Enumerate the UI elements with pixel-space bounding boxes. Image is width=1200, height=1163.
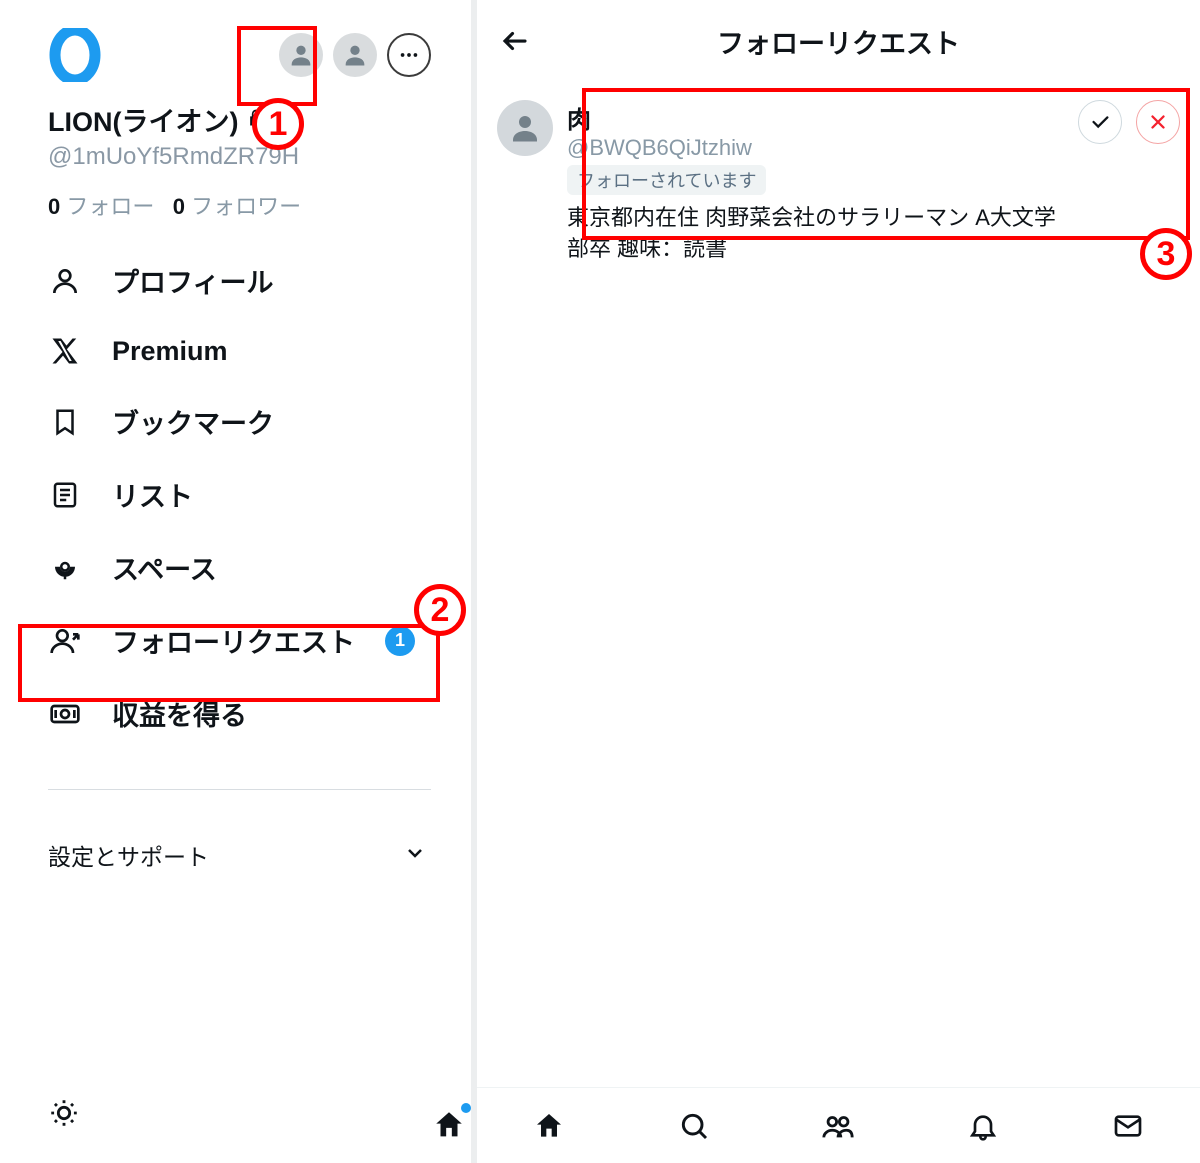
drawer-header <box>48 28 431 82</box>
account-avatar-other[interactable] <box>333 33 377 77</box>
nav-follow-requests[interactable]: フォローリクエスト 1 <box>48 621 431 660</box>
decline-request-button[interactable] <box>1136 100 1180 144</box>
lock-icon <box>246 104 266 135</box>
bottom-nav <box>477 1087 1200 1163</box>
follow-request-icon <box>48 624 82 658</box>
requester-handle: @BWQB6QiJtzhiw <box>567 135 1064 161</box>
nav-profile[interactable]: プロフィール <box>48 261 431 300</box>
requester-bio: 東京都内在住 肉野菜会社のサラリーマン A大文学部卒 趣味：読書 <box>567 203 1064 265</box>
account-handle: @1mUoYf5RmdZR79H <box>48 143 431 171</box>
bottom-nav-notifications[interactable] <box>963 1106 1003 1146</box>
more-accounts-button[interactable] <box>387 33 431 77</box>
profile-icon <box>48 264 82 298</box>
nav-spaces[interactable]: スペース <box>48 548 431 587</box>
follow-requests-screen: フォローリクエスト 肉 @BWQB6QiJtzhiw フォローされています 東京… <box>477 0 1200 1163</box>
follow-requests-badge: 1 <box>385 626 415 656</box>
bottom-nav-search[interactable] <box>674 1106 714 1146</box>
bottom-nav-home-peek[interactable] <box>429 1105 469 1145</box>
requester-name: 肉 <box>567 100 1064 135</box>
settings-support[interactable]: 設定とサポート <box>48 838 431 872</box>
bottom-nav-messages[interactable] <box>1108 1106 1148 1146</box>
nav-premium[interactable]: Premium <box>48 334 431 368</box>
screen-title: フォローリクエスト <box>717 22 960 61</box>
following-count[interactable]: 0 <box>48 194 60 219</box>
drawer-nav: プロフィール Premium ブックマーク リスト <box>48 261 431 733</box>
nav-lists[interactable]: リスト <box>48 475 431 514</box>
follower-count[interactable]: 0 <box>173 194 185 219</box>
account-display-name: LION(ライオン) <box>48 100 431 139</box>
bottom-nav-home[interactable] <box>529 1106 569 1146</box>
follow-stats: 0 フォロー 0 フォロワー <box>48 189 431 221</box>
account-avatar-current[interactable] <box>279 33 323 77</box>
follows-you-badge: フォローされています <box>567 165 766 195</box>
app-logo <box>48 28 102 82</box>
screen-header: フォローリクエスト <box>477 0 1200 82</box>
nav-monetize[interactable]: 収益を得る <box>48 694 431 733</box>
accept-request-button[interactable] <box>1078 100 1122 144</box>
bottom-nav-communities[interactable] <box>818 1106 858 1146</box>
money-icon <box>48 697 82 731</box>
bookmark-icon <box>48 405 82 439</box>
follow-request-item[interactable]: 肉 @BWQB6QiJtzhiw フォローされています 東京都内在住 肉野菜会社… <box>491 90 1186 275</box>
nav-bookmarks[interactable]: ブックマーク <box>48 402 431 441</box>
requester-avatar[interactable] <box>497 100 553 156</box>
back-button[interactable] <box>495 21 535 61</box>
chevron-down-icon <box>403 841 431 869</box>
list-icon <box>48 478 82 512</box>
x-icon <box>48 334 82 368</box>
notification-dot <box>461 1103 471 1113</box>
spaces-icon <box>48 551 82 585</box>
divider <box>48 789 431 790</box>
side-drawer: LION(ライオン) @1mUoYf5RmdZR79H 0 フォロー 0 フォロ… <box>0 0 477 1163</box>
display-mode-button[interactable] <box>44 1093 84 1133</box>
